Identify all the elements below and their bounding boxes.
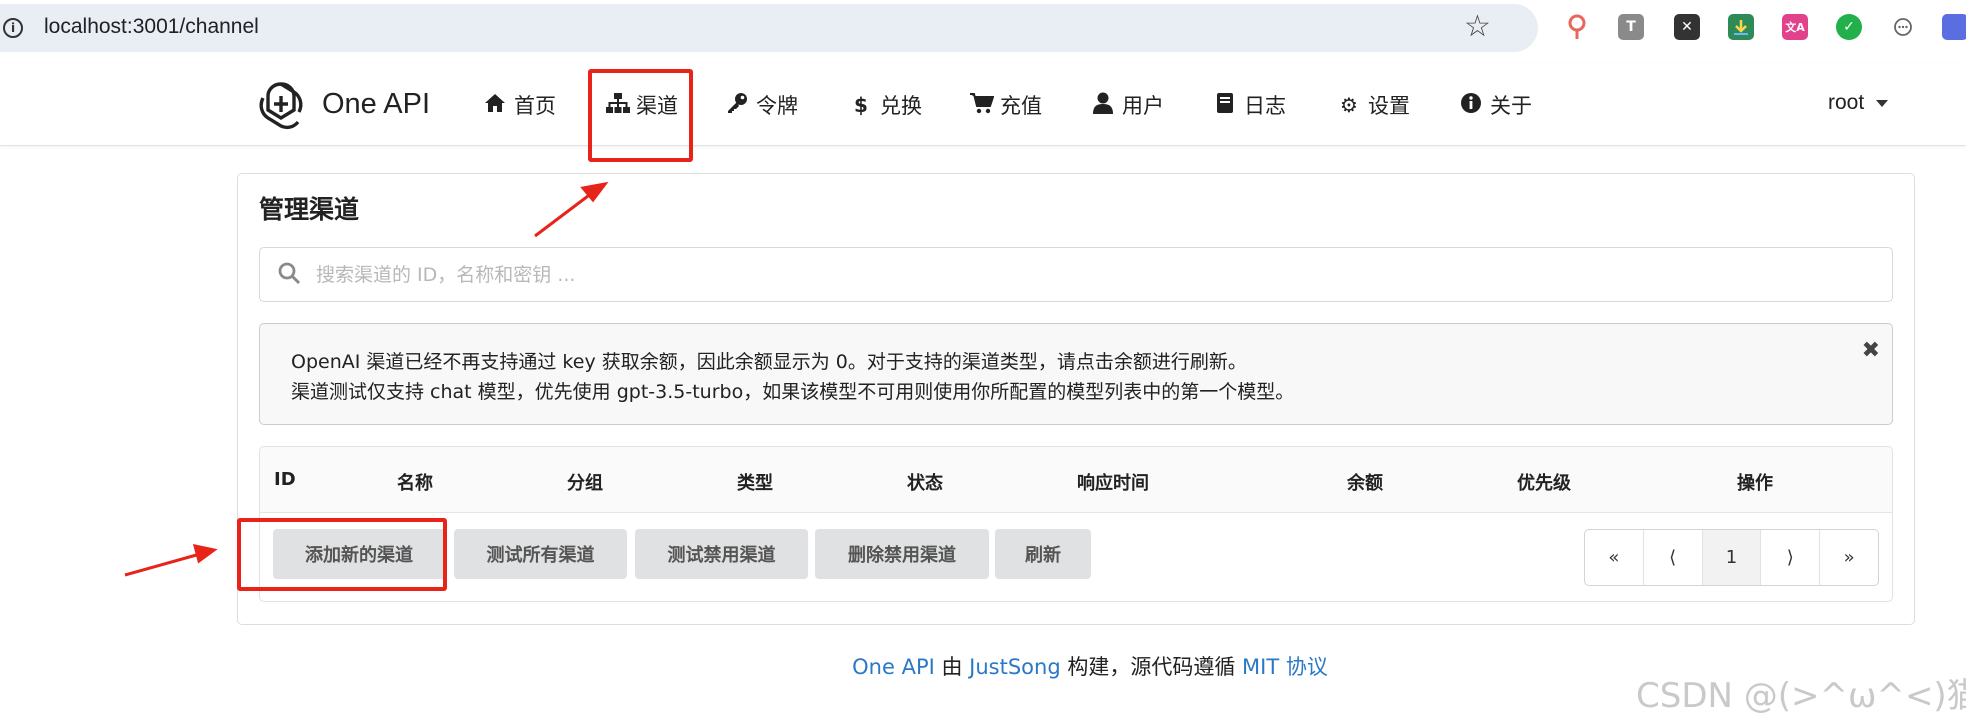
annotation-arrow-2 [124, 552, 201, 577]
annotation-arrowhead-2 [192, 544, 218, 564]
annotation-arrows [124, 181, 609, 577]
annotation-arrow-1 [534, 191, 593, 238]
